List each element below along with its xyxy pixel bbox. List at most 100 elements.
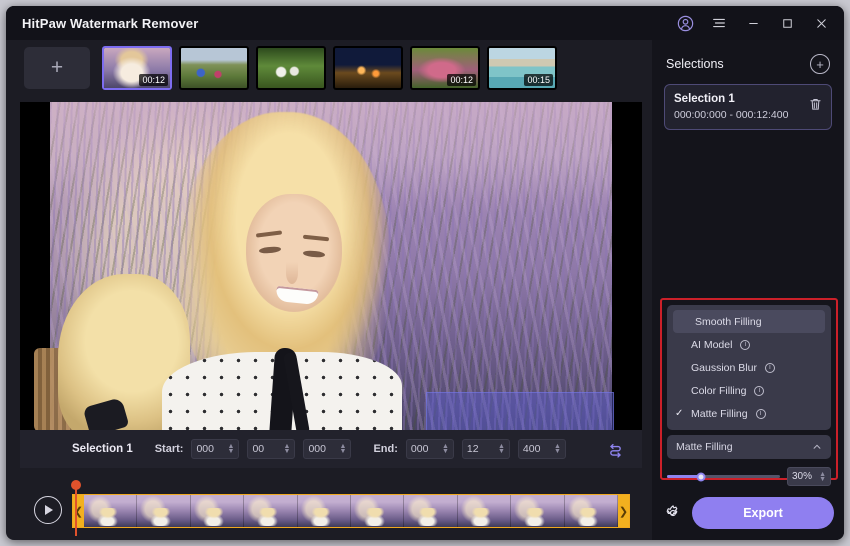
list-item[interactable] [179,46,249,90]
start-hours-stepper[interactable]: 000 ▲▼ [191,439,239,459]
fill-mode-dropdown[interactable]: Matte Filling [667,435,831,459]
stepper-arrows-icon[interactable]: ▲▼ [340,444,347,454]
thumbnail-art [335,48,401,88]
filmstrip-frame [84,495,137,527]
end-minutes-stepper[interactable]: 12 ▲▼ [462,439,510,459]
info-icon[interactable]: i [756,409,766,419]
subject-nose [286,262,298,284]
selection-name-label: Selection 1 [72,443,133,455]
filmstrip-frame [191,495,244,527]
filmstrip-frame [298,495,351,527]
fill-option-label: Color Filling [691,385,746,397]
timeline-track[interactable]: ❮ ❯ [72,490,630,530]
selection-card-time: 000:00:000 - 000:12:400 [674,109,822,121]
start-milliseconds-stepper[interactable]: 000 ▲▼ [303,439,351,459]
filmstrip-frame [404,495,457,527]
panel-footer: Export [652,496,844,530]
stepper-arrows-icon[interactable]: ▲▼ [498,444,505,454]
filmstrip-frame [458,495,511,527]
slider-knob[interactable] [696,472,705,481]
list-item[interactable] [333,46,403,90]
end-hours-value: 000 [411,443,429,455]
selections-panel: Selections + Selection 1 000:00:000 - 00… [652,40,844,540]
list-item[interactable] [256,46,326,90]
thumbnail-art [258,48,324,88]
play-icon [45,505,53,515]
end-milliseconds-value: 400 [523,443,541,455]
fill-option-color-filling[interactable]: Color Filling i [667,379,831,402]
add-media-button[interactable]: + [24,47,90,89]
fill-option-label: AI Model [691,339,732,351]
start-milliseconds-value: 000 [308,443,326,455]
fill-option-matte-filling[interactable]: ✓ Matte Filling i [667,402,831,425]
info-icon[interactable]: i [754,386,764,396]
timeline-bar: ❮ ❯ [20,484,642,536]
end-milliseconds-stepper[interactable]: 400 ▲▼ [518,439,566,459]
gear-icon[interactable] [662,502,684,524]
watermark-highlight-region[interactable] [426,392,614,430]
minimize-icon[interactable] [736,6,770,40]
close-icon[interactable] [804,6,838,40]
selection-time-controls: Selection 1 Start: 000 ▲▼ 00 ▲▼ 000 ▲▼ E… [20,430,642,468]
opacity-slider[interactable] [667,475,780,478]
duration-badge: 00:15 [524,74,553,86]
filmstrip-frame [511,495,564,527]
opacity-value-stepper[interactable]: 30% ▲▼ [787,467,831,486]
check-icon: ✓ [675,408,686,419]
chevron-up-icon [812,442,822,452]
selection-card[interactable]: Selection 1 000:00:000 - 000:12:400 [664,84,832,130]
fill-mode-panel: Smooth Filling AI Model i Gaussion Blur … [660,298,838,480]
title-bar: HitPaw Watermark Remover [6,6,844,40]
thumbnail-art [181,48,247,88]
filmstrip-frame [565,495,618,527]
list-item[interactable]: 00:12 [102,46,172,90]
export-button[interactable]: Export [692,497,834,529]
window-controls [668,6,838,40]
fill-option-label: Smooth Filling [695,316,762,328]
opacity-slider-row: 30% ▲▼ [667,467,831,486]
video-frame [50,102,612,430]
panel-header: Selections + [652,40,844,82]
fill-option-ai-model[interactable]: AI Model i [667,333,831,356]
list-item[interactable]: 00:15 [487,46,557,90]
add-selection-button[interactable]: + [810,54,830,74]
end-minutes-value: 12 [467,443,479,455]
filmstrip [84,495,618,527]
opacity-value: 30% [792,471,812,482]
stepper-arrows-icon[interactable]: ▲▼ [228,444,235,454]
video-preview[interactable] [20,102,642,430]
hamburger-menu-icon[interactable] [702,6,736,40]
play-button[interactable] [34,496,62,524]
stepper-arrows-icon[interactable]: ▲▼ [554,444,561,454]
delete-selection-button[interactable] [808,97,823,117]
list-item[interactable]: 00:12 [410,46,480,90]
start-label: Start: [155,443,184,455]
playhead[interactable] [75,484,77,536]
fill-option-label: Gaussion Blur [691,362,757,374]
fill-option-gaussion-blur[interactable]: Gaussion Blur i [667,356,831,379]
application-window: HitPaw Watermark Remover [6,6,844,540]
start-minutes-stepper[interactable]: 00 ▲▼ [247,439,295,459]
end-hours-stepper[interactable]: 000 ▲▼ [406,439,454,459]
selection-card-title: Selection 1 [674,93,822,105]
account-icon[interactable] [668,6,702,40]
end-label: End: [373,443,397,455]
stepper-arrows-icon[interactable]: ▲▼ [819,472,826,482]
info-icon[interactable]: i [765,363,775,373]
filmstrip-frame [244,495,297,527]
stepper-arrows-icon[interactable]: ▲▼ [442,444,449,454]
maximize-icon[interactable] [770,6,804,40]
trim-handle-right[interactable]: ❯ [618,495,629,527]
app-title: HitPaw Watermark Remover [22,16,199,31]
loop-icon[interactable] [602,436,628,462]
filmstrip-frame [137,495,190,527]
fill-mode-selected-value: Matte Filling [676,441,733,453]
stepper-arrows-icon[interactable]: ▲▼ [284,444,291,454]
fill-option-label: Matte Filling [691,408,748,420]
thumbnail-list: 00:12 00:12 00:15 [102,46,557,90]
trim-region[interactable]: ❮ ❯ [72,494,630,528]
fill-mode-list: Smooth Filling AI Model i Gaussion Blur … [667,305,831,430]
panel-title: Selections [666,57,724,71]
fill-option-smooth-filling[interactable]: Smooth Filling [673,310,825,333]
info-icon[interactable]: i [740,340,750,350]
